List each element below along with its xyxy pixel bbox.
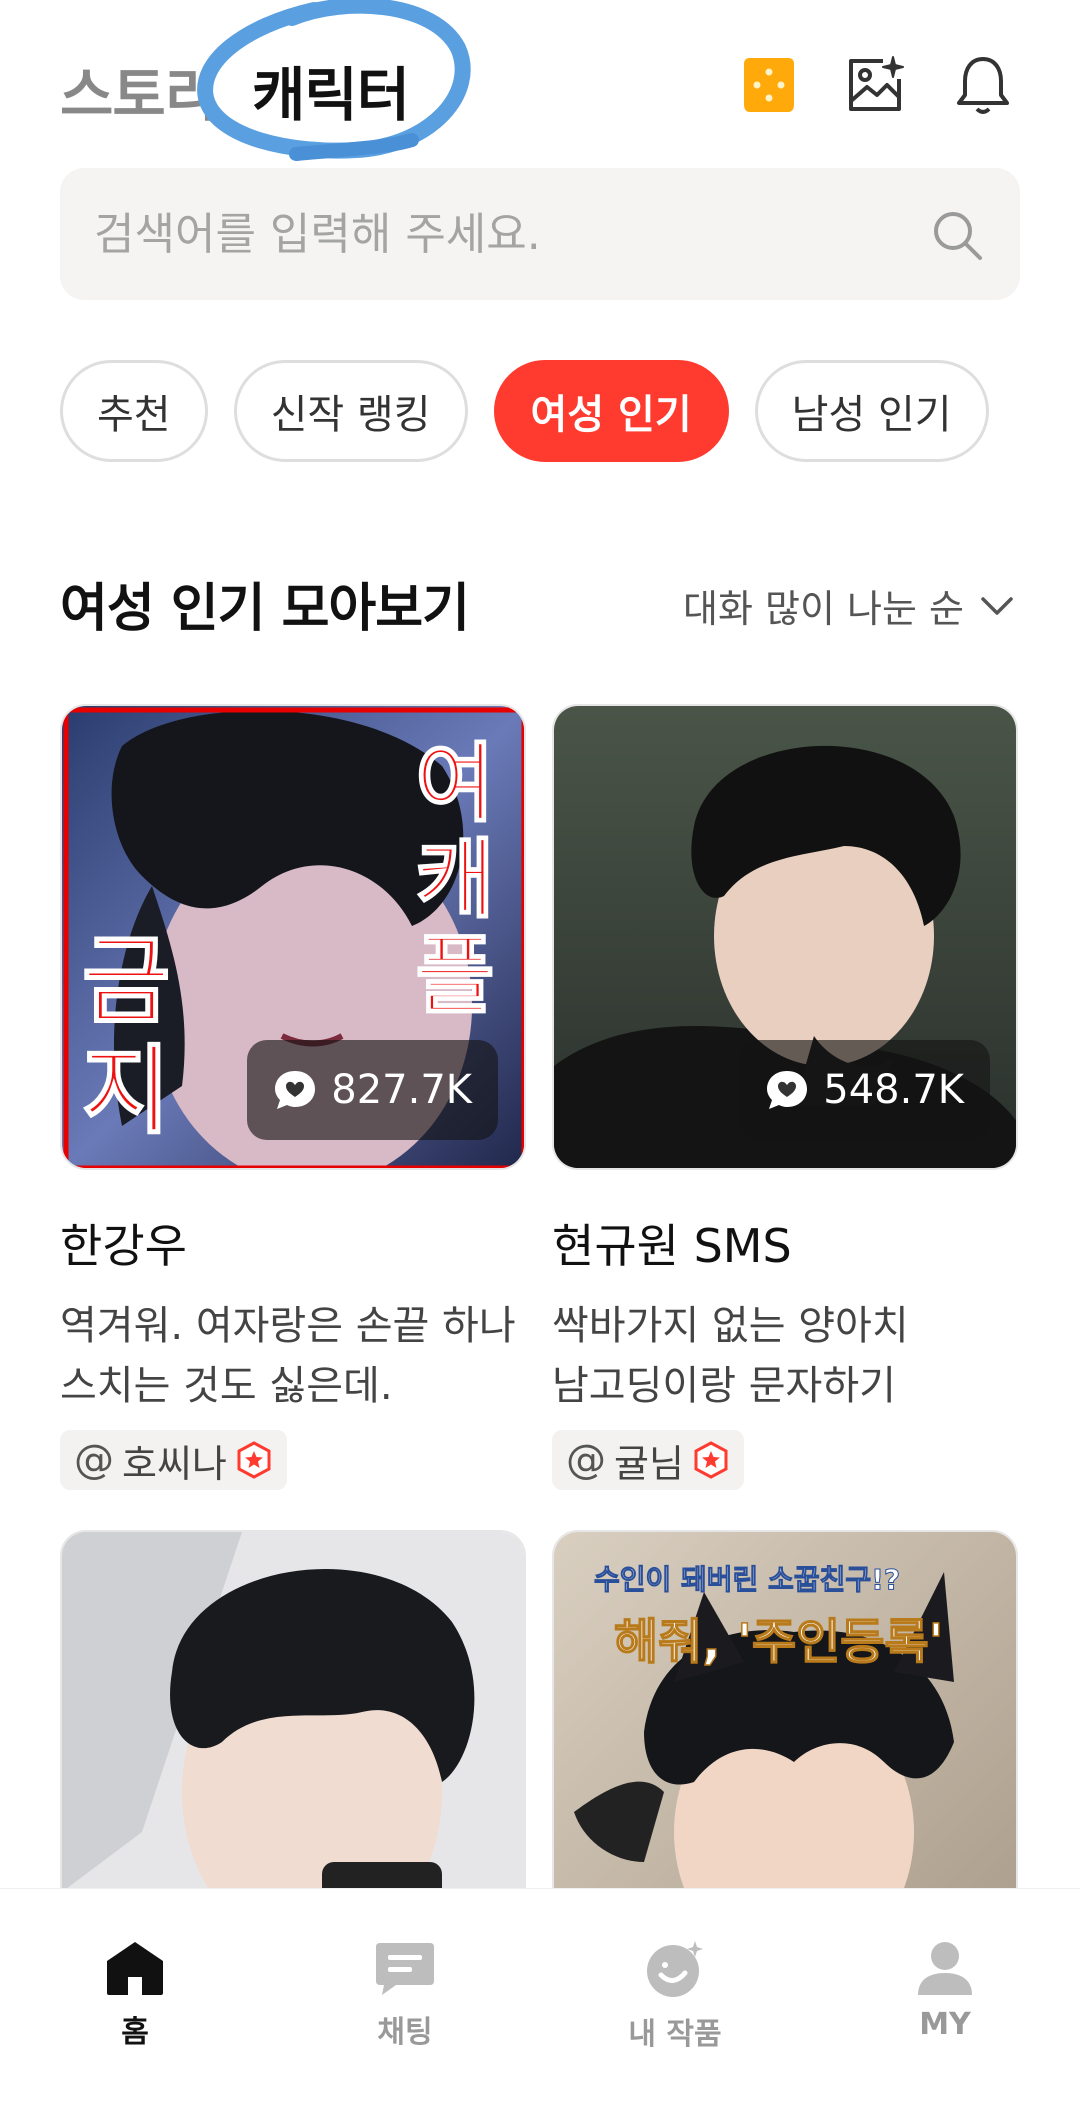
- nav-my[interactable]: MY: [810, 1889, 1080, 2104]
- character-description: 싹바가지 없는 양아치 남고딩이랑 문자하기: [552, 1303, 909, 1409]
- at-icon: @: [74, 1437, 114, 1483]
- sort-dropdown[interactable]: 대화 많이 나눈 순: [683, 578, 1014, 633]
- chat-count-badge: 827.7K: [247, 1040, 498, 1140]
- search-input[interactable]: [94, 168, 914, 300]
- nav-home[interactable]: 홈: [0, 1889, 270, 2104]
- nav-label: 내 작품: [628, 2017, 722, 2052]
- search-icon[interactable]: [930, 208, 984, 262]
- my-works-icon: [647, 1941, 703, 1997]
- overlay-banned-text: 여캐플: [414, 734, 495, 1026]
- overlay-banned-label: 금지: [81, 925, 171, 1147]
- creator-tag[interactable]: @ 호씨나: [60, 1430, 287, 1490]
- character-image[interactable]: 여캐플 금지 827.7K: [60, 704, 526, 1170]
- category-chips: 추천 신작 랭킹 여성 인기 남성 인기: [60, 360, 989, 462]
- section-title: 여성 인기 모아보기: [60, 579, 470, 639]
- creator-tag[interactable]: @ 귤님: [552, 1430, 744, 1490]
- profile-icon: [918, 1942, 972, 1995]
- character-card[interactable]: 여캐플 금지 827.7K 한강우 역겨워. 여자랑은 손끝 하나 스치는 것도…: [60, 704, 526, 1490]
- home-icon: [107, 1942, 163, 1995]
- sort-label: 대화 많이 나눈 순: [683, 587, 964, 631]
- at-icon: @: [566, 1437, 606, 1483]
- chip-recommended[interactable]: 추천: [60, 360, 208, 462]
- cookie-icon[interactable]: [736, 52, 802, 118]
- chat-icon: [376, 1943, 434, 1995]
- chip-male-popular[interactable]: 남성 인기: [754, 360, 989, 462]
- bottom-navigation: 홈 채팅 내 작품 MY: [0, 1888, 1080, 2104]
- banner-subtitle: 수인이 돼버린 소꿉친구!?: [593, 1563, 901, 1597]
- banner-title: 해줘, '주인등록': [613, 1613, 944, 1671]
- official-badge-icon: [694, 1441, 728, 1479]
- chat-heart-icon: [275, 1071, 316, 1109]
- chat-count-badge: 548.7K: [739, 1040, 990, 1140]
- nav-label: 홈: [121, 2015, 149, 2050]
- character-name: 한강우: [60, 1219, 187, 1273]
- official-badge-icon: [237, 1441, 271, 1479]
- header: 스토리 캐릭터: [0, 0, 1080, 161]
- chat-heart-icon: [767, 1071, 808, 1109]
- tab-story[interactable]: 스토리: [60, 48, 218, 132]
- bell-icon[interactable]: [950, 52, 1016, 118]
- nav-label: 채팅: [377, 2015, 433, 2050]
- search-bar[interactable]: [60, 168, 1020, 300]
- chip-new-ranking[interactable]: 신작 랭킹: [233, 360, 468, 462]
- chevron-down-icon: [981, 596, 1013, 615]
- character-description: 역겨워. 여자랑은 손끝 하나 스치는 것도 싫은데.: [60, 1303, 516, 1409]
- nav-label: MY: [919, 2007, 971, 2042]
- creator-name: 호씨나: [122, 1441, 227, 1486]
- tab-character[interactable]: 캐릭터: [252, 48, 410, 132]
- nav-my-works[interactable]: 내 작품: [540, 1889, 810, 2104]
- character-image[interactable]: 548.7K: [552, 704, 1018, 1170]
- gallery-sparkle-icon[interactable]: [842, 52, 908, 118]
- chat-count: 548.7K: [823, 1067, 964, 1113]
- nav-chat[interactable]: 채팅: [270, 1889, 540, 2104]
- chip-female-popular[interactable]: 여성 인기: [493, 360, 729, 462]
- character-name: 현규원 SMS: [552, 1219, 792, 1273]
- creator-name: 귤님: [614, 1441, 684, 1486]
- character-card[interactable]: 548.7K 현규원 SMS 싹바가지 없는 양아치 남고딩이랑 문자하기 @ …: [552, 704, 1018, 1490]
- chat-count: 827.7K: [331, 1067, 472, 1113]
